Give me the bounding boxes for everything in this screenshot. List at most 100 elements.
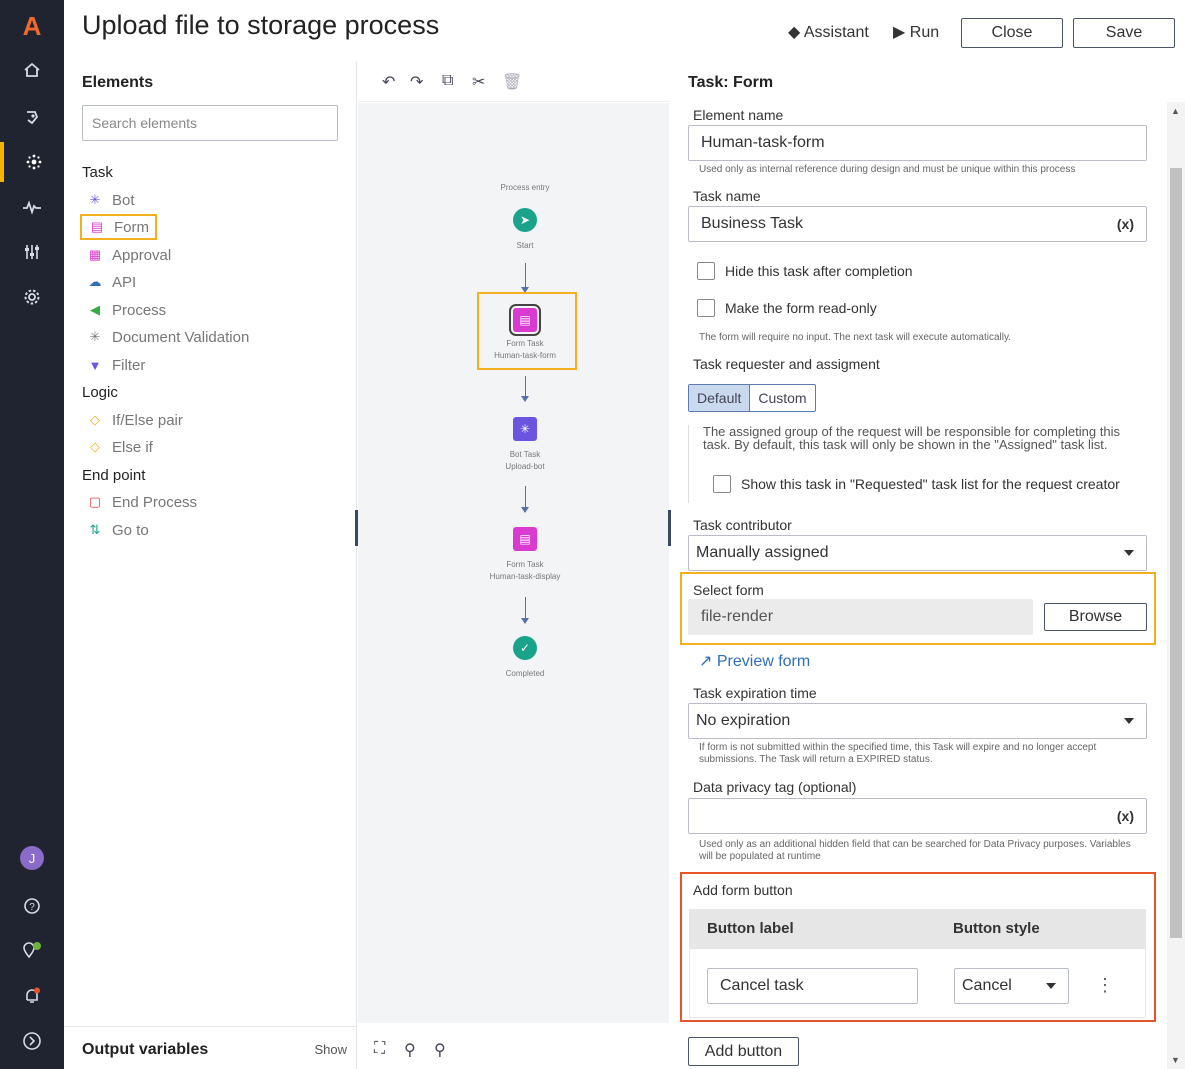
element-label: Process xyxy=(112,301,167,319)
zoom-in-icon[interactable]: ⚲ xyxy=(404,1040,416,1060)
expand-icon[interactable] xyxy=(0,1021,64,1061)
search-elements-input[interactable] xyxy=(82,105,338,141)
privacy-label: Data privacy tag (optional) xyxy=(693,779,857,795)
add-button[interactable]: Add button xyxy=(688,1037,799,1066)
select-form-input[interactable]: file-render xyxy=(688,599,1033,635)
run-button[interactable]: ▶ Run xyxy=(893,22,939,42)
hide-task-checkbox[interactable]: Hide this task after completion xyxy=(697,262,913,280)
gear-icon[interactable] xyxy=(0,277,64,317)
element-process[interactable]: ◀ Process xyxy=(86,299,166,321)
svg-text:?: ? xyxy=(29,902,35,913)
element-filter[interactable]: ▼ Filter xyxy=(86,354,146,376)
task-name-value: Business Task xyxy=(701,215,803,232)
app-logo[interactable]: A xyxy=(0,6,64,46)
activity-icon[interactable] xyxy=(0,187,64,227)
variable-insert-button[interactable]: (x) xyxy=(1117,216,1134,232)
checkbox-box xyxy=(697,299,715,317)
form-task-node-1[interactable]: ▤ xyxy=(509,304,541,336)
element-end-process[interactable]: ▢ End Process xyxy=(86,491,197,513)
element-name-label: Element name xyxy=(693,107,784,123)
flow-arrow xyxy=(521,263,529,293)
home-icon[interactable] xyxy=(0,50,64,90)
element-label: Form xyxy=(114,218,149,236)
contributor-value: Manually assigned xyxy=(696,544,829,561)
fit-screen-icon[interactable]: ⛶ xyxy=(374,1040,385,1058)
expiration-value: No expiration xyxy=(696,712,791,729)
node3-type-label: Form Task xyxy=(506,560,544,569)
redo-icon[interactable]: ↷ xyxy=(410,72,423,92)
user-avatar-button[interactable]: J xyxy=(0,838,64,878)
element-form[interactable]: ▤ Form xyxy=(80,214,157,240)
sliders-icon[interactable] xyxy=(0,232,64,272)
element-api[interactable]: ☁ API xyxy=(86,271,137,293)
bot-icon[interactable] xyxy=(0,97,64,137)
task-name-input[interactable]: Business Task (x) xyxy=(688,206,1147,242)
button-label-value: Cancel task xyxy=(720,977,804,994)
completed-label: Completed xyxy=(505,669,545,678)
properties-scrollbar[interactable]: ▲ ▼ xyxy=(1167,102,1185,1069)
element-approval[interactable]: ▦ Approval xyxy=(86,244,171,266)
zoom-out-icon[interactable]: ⚲ xyxy=(434,1040,446,1060)
expiration-help: If form is not submitted within the spec… xyxy=(699,742,1097,765)
scrollbar-thumb[interactable] xyxy=(1170,168,1182,938)
page-title: Upload file to storage process xyxy=(82,10,440,40)
bell-icon[interactable] xyxy=(0,976,64,1016)
scroll-up-icon[interactable]: ▲ xyxy=(1171,106,1180,116)
select-form-value: file-render xyxy=(701,608,774,625)
button-style-select[interactable]: Cancel xyxy=(954,968,1069,1004)
stop-icon: ▢ xyxy=(88,494,102,509)
output-variables-bar: Output variables Show xyxy=(64,1026,357,1069)
completed-node[interactable]: ✓ xyxy=(513,636,537,660)
close-button[interactable]: Close xyxy=(961,18,1063,48)
start-node[interactable]: ➤ xyxy=(513,208,537,232)
copy-icon[interactable]: ⧉ xyxy=(442,72,453,90)
element-go-to[interactable]: ⇅ Go to xyxy=(86,519,149,541)
bot-task-node[interactable]: ✳ xyxy=(513,417,537,441)
element-if-else-pair[interactable]: ◇ If/Else pair xyxy=(86,409,183,431)
expiration-select[interactable]: No expiration xyxy=(688,703,1147,739)
checkbox-label: Show this task in "Requested" task list … xyxy=(741,476,1120,492)
assignment-info: The assigned group of the request will b… xyxy=(688,425,1148,503)
contributor-select[interactable]: Manually assigned xyxy=(688,535,1147,571)
undo-icon[interactable]: ↶ xyxy=(382,72,395,92)
left-nav-rail: A J ? xyxy=(0,0,64,1069)
add-form-button-label: Add form button xyxy=(693,882,793,898)
read-only-help: The form will require no input. The next… xyxy=(699,332,1011,343)
bot-icon: ✳ xyxy=(89,192,101,207)
element-name-input[interactable]: Human-task-form xyxy=(688,125,1147,161)
show-output-variables-link[interactable]: Show xyxy=(314,1042,347,1057)
avatar: J xyxy=(20,846,44,870)
elements-panel: Elements Task ✳ Bot ▤ Form ▦ Approval ☁ … xyxy=(64,62,357,1069)
element-else-if[interactable]: ◇ Else if xyxy=(86,436,153,458)
location-icon[interactable] xyxy=(0,930,64,970)
automation-icon[interactable] xyxy=(0,142,64,182)
privacy-input[interactable]: (x) xyxy=(688,798,1147,834)
assistant-button[interactable]: ◆ Assistant xyxy=(788,22,869,42)
form-task-node-2[interactable]: ▤ xyxy=(513,527,537,551)
custom-segment[interactable]: Custom xyxy=(750,385,814,411)
section-end-point: End point xyxy=(82,467,146,484)
help-icon[interactable]: ? xyxy=(0,886,64,926)
delete-icon[interactable]: 🗑 xyxy=(502,72,522,92)
element-bot[interactable]: ✳ Bot xyxy=(86,189,135,211)
flow-arrow xyxy=(521,376,529,402)
preview-form-link[interactable]: ↗ Preview form xyxy=(699,651,810,671)
browse-button[interactable]: Browse xyxy=(1044,603,1147,631)
button-label-input[interactable]: Cancel task xyxy=(707,968,918,1004)
element-document-validation[interactable]: ✳ Document Validation xyxy=(86,326,250,348)
cut-icon[interactable]: ✂ xyxy=(472,72,485,92)
save-button[interactable]: Save xyxy=(1073,18,1175,48)
element-label: End Process xyxy=(112,493,198,511)
contributor-label: Task contributor xyxy=(693,517,792,533)
table-row: Cancel task Cancel ⋮ xyxy=(689,949,1146,1018)
variable-insert-button[interactable]: (x) xyxy=(1117,808,1134,824)
read-only-checkbox[interactable]: Make the form read-only xyxy=(697,299,877,317)
scroll-down-icon[interactable]: ▼ xyxy=(1171,1055,1180,1065)
checkbox-box xyxy=(697,262,715,280)
start-label: Start xyxy=(516,241,534,250)
default-segment[interactable]: Default xyxy=(689,385,751,411)
element-label: API xyxy=(112,273,137,291)
elements-title: Elements xyxy=(82,74,154,91)
show-requested-checkbox[interactable]: Show this task in "Requested" task list … xyxy=(713,475,1120,493)
more-options-icon[interactable]: ⋮ xyxy=(1096,975,1114,996)
